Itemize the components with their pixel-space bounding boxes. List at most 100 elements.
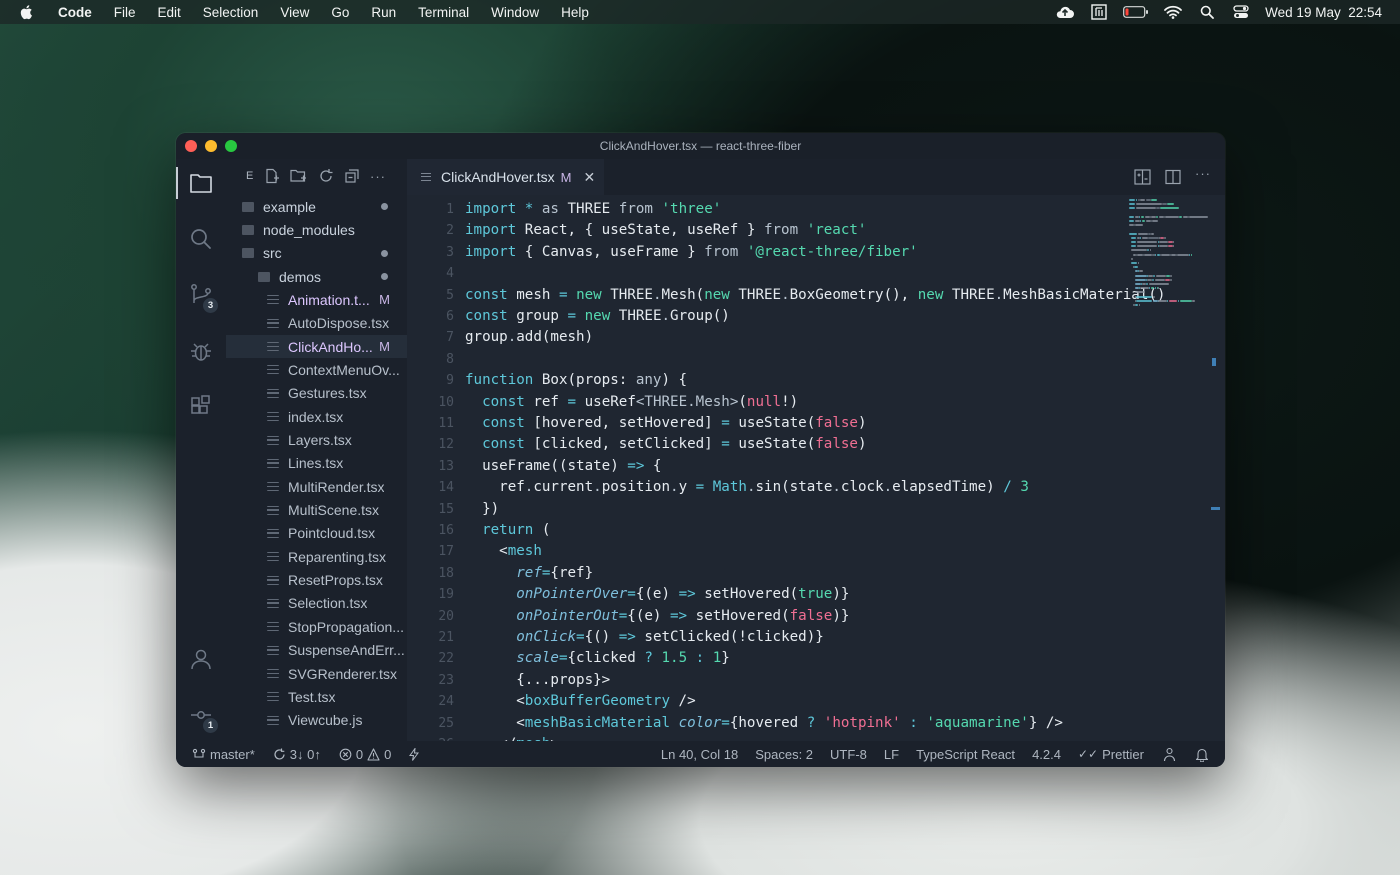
split-editor-icon[interactable] — [1165, 169, 1181, 185]
tree-file[interactable]: Pointcloud.tsx — [226, 522, 407, 545]
menu-terminal[interactable]: Terminal — [418, 5, 469, 20]
minimap-line — [1152, 274, 1155, 277]
status-problems[interactable]: 0 0 — [339, 747, 391, 762]
sync-icon — [274, 748, 285, 760]
extensions-icon — [191, 395, 210, 414]
close-tab-icon[interactable]: ✕ — [583, 169, 595, 186]
refresh-icon[interactable] — [318, 168, 334, 184]
code-token: false — [815, 415, 858, 431]
minimap[interactable] — [1129, 195, 1211, 395]
zoom-window-button[interactable] — [225, 140, 237, 152]
tree-file[interactable]: ClickAndHo... M — [226, 335, 407, 359]
minimap-line — [1180, 299, 1192, 302]
status-language-mode[interactable]: TypeScript React — [916, 747, 1015, 762]
open-changes-icon[interactable] — [1134, 169, 1151, 185]
tree-file[interactable]: Layers.tsx — [226, 429, 407, 452]
tree-file[interactable]: MultiRender.tsx — [226, 475, 407, 498]
tree-file[interactable]: Animation.t... M — [226, 288, 407, 311]
lightning-icon[interactable] — [409, 747, 420, 761]
line-number: 1 — [446, 202, 454, 217]
tree-file[interactable]: AutoDispose.tsx — [226, 312, 407, 335]
menu-file[interactable]: File — [114, 5, 136, 20]
editor-more-icon[interactable]: ··· — [1195, 166, 1211, 185]
status-eol[interactable]: LF — [884, 747, 899, 762]
tree-file[interactable]: MultiScene.tsx — [226, 499, 407, 522]
menu-run[interactable]: Run — [371, 5, 396, 20]
menu-view[interactable]: View — [280, 5, 309, 20]
tree-item-label: ContextMenuOv... — [288, 361, 400, 378]
activity-accounts[interactable] — [176, 639, 226, 679]
minimize-window-button[interactable] — [205, 140, 217, 152]
cloud-upload-icon[interactable] — [1055, 4, 1075, 20]
status-branch[interactable]: master* — [192, 747, 255, 762]
tree-file[interactable]: Viewcube.js — [226, 709, 407, 732]
keyboard-layout-icon[interactable] — [1089, 4, 1109, 20]
code-area[interactable]: import * as THREE from 'three' import Rea… — [465, 195, 1165, 741]
tree-item-label: Pointcloud.tsx — [288, 525, 376, 542]
status-feedback[interactable] — [1162, 747, 1177, 762]
tree-folder[interactable]: demos — [226, 265, 407, 288]
code-token: boxBufferGeometry — [524, 693, 671, 710]
tree-file[interactable]: Test.tsx — [226, 685, 407, 708]
activity-extensions[interactable] — [176, 385, 226, 425]
tree-file[interactable]: Lines.tsx — [226, 452, 407, 475]
menu-window[interactable]: Window — [491, 5, 539, 20]
wifi-icon[interactable] — [1163, 4, 1183, 20]
control-center-icon[interactable] — [1231, 4, 1251, 20]
minimap-line — [1134, 304, 1139, 306]
code-token: clock — [840, 479, 884, 496]
tree-file[interactable]: index.tsx — [226, 405, 407, 428]
new-folder-icon[interactable] — [290, 168, 308, 184]
battery-icon[interactable] — [1123, 4, 1149, 20]
status-encoding[interactable]: UTF-8 — [830, 747, 867, 762]
menubar-clock[interactable]: Wed 19 May 22:54 — [1265, 5, 1382, 20]
tree-folder[interactable]: example — [226, 195, 407, 218]
tree-file[interactable]: ResetProps.tsx — [226, 569, 407, 592]
activity-explorer[interactable] — [176, 163, 226, 203]
debug-icon — [191, 343, 211, 361]
explorer-title: E — [246, 170, 254, 182]
activity-manage[interactable]: 1 — [176, 695, 226, 735]
code-token: ? — [644, 650, 653, 667]
tree-file[interactable]: Selection.tsx — [226, 592, 407, 615]
menu-go[interactable]: Go — [331, 5, 349, 20]
spotlight-icon[interactable] — [1197, 4, 1217, 20]
tree-file[interactable]: SVGRenderer.tsx — [226, 662, 407, 685]
status-formatter[interactable]: ✓✓ Prettier — [1078, 747, 1144, 762]
collapse-all-icon[interactable] — [344, 168, 360, 184]
code-token: [hovered, setHovered] — [524, 415, 722, 431]
code-token: . — [832, 479, 841, 496]
tree-folder[interactable]: src — [226, 242, 407, 265]
activity-debug[interactable] — [176, 331, 226, 371]
apple-logo-icon[interactable] — [18, 3, 36, 21]
tree-file[interactable]: SuspenseAndErr... — [226, 639, 407, 662]
tree-file[interactable]: Gestures.tsx — [226, 382, 407, 405]
code-line: const ref = useRef<THREE.Mesh>(null!) — [465, 392, 798, 413]
activity-source-control[interactable]: 3 — [176, 275, 226, 315]
menu-selection[interactable]: Selection — [203, 5, 259, 20]
new-file-icon[interactable] — [264, 168, 280, 184]
menu-app-name[interactable]: Code — [58, 5, 92, 20]
window-titlebar[interactable]: ClickAndHover.tsx — react-three-fiber — [176, 133, 1225, 159]
tree-item-label: index.tsx — [288, 408, 344, 425]
tree-file[interactable]: StopPropagation... — [226, 615, 407, 638]
tree-file[interactable]: Reparenting.tsx — [226, 545, 407, 568]
tree-file[interactable]: ContextMenuOv... — [226, 358, 407, 381]
code-editor[interactable]: 1 2 3 4 5 6 7 8 9 10 11 12 13 14 15 16 17 18 19 20 21 22 23 24 2… — [407, 195, 1225, 741]
status-sync[interactable]: 3↓ 0↑ — [273, 747, 321, 762]
code-token: return — [482, 522, 534, 538]
minimap-line — [1167, 241, 1173, 243]
status-indentation[interactable]: Spaces: 2 — [755, 747, 813, 762]
tree-folder[interactable]: node_modules — [226, 218, 407, 241]
menu-help[interactable]: Help — [561, 5, 589, 20]
tab-click-and-hover[interactable]: ClickAndHover.tsx M ✕ — [407, 159, 604, 195]
status-ts-version[interactable]: 4.2.4 — [1032, 747, 1061, 762]
menu-edit[interactable]: Edit — [158, 5, 181, 20]
close-window-button[interactable] — [185, 140, 197, 152]
status-cursor-position[interactable]: Ln 40, Col 18 — [661, 747, 738, 762]
status-notifications[interactable] — [1195, 747, 1209, 762]
minimap-line — [1158, 299, 1167, 302]
activity-search[interactable] — [176, 219, 226, 259]
more-actions-icon[interactable]: ··· — [370, 169, 386, 184]
